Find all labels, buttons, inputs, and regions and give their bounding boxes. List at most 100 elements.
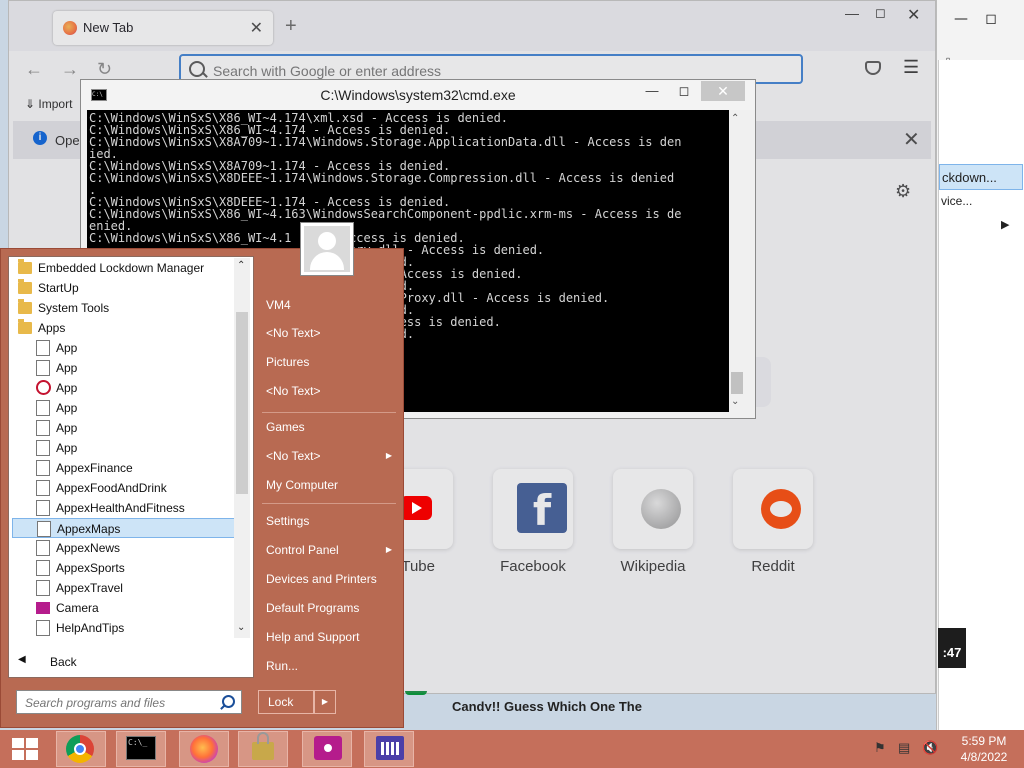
program-item[interactable]: AppexFoodAndDrink (12, 478, 236, 498)
minimize-icon[interactable]: — (947, 8, 975, 30)
start-menu-link[interactable]: Help and Support (258, 624, 400, 650)
program-item[interactable]: App (12, 418, 236, 438)
start-menu-link-label: Devices and Printers (266, 572, 377, 586)
program-item[interactable]: StartUp (12, 278, 236, 298)
background-submenu-label: vice... (941, 194, 973, 208)
start-menu-link[interactable]: Run... (258, 653, 400, 679)
program-item[interactable]: AppexSports (12, 558, 236, 578)
program-item[interactable]: AppexMaps (12, 518, 236, 538)
document-icon (37, 521, 51, 537)
program-label: AppexHealthAndFitness (56, 501, 185, 515)
maximize-icon[interactable]: ◻ (669, 82, 699, 100)
clock-time[interactable]: 5:59 PM (954, 734, 1014, 748)
cmd-icon: C:\_ (126, 736, 156, 760)
minimize-icon[interactable]: — (637, 82, 667, 100)
start-menu-link[interactable]: <No Text> (258, 320, 400, 346)
action-center-flag-icon[interactable]: ⚑ (874, 740, 886, 756)
program-label: Apps (38, 321, 66, 335)
start-button[interactable] (12, 738, 38, 760)
program-label: System Tools (38, 301, 110, 315)
submenu-arrow-icon[interactable]: ▶ (1001, 218, 1009, 231)
start-menu-link[interactable]: Devices and Printers (258, 566, 400, 592)
search-programs-box[interactable] (16, 690, 242, 714)
back-button[interactable]: ◀ Back (12, 652, 248, 674)
lock-options-arrow-icon[interactable]: ▶ (314, 690, 336, 714)
start-menu-link[interactable]: Default Programs (258, 595, 400, 621)
close-icon[interactable]: ✕ (701, 81, 745, 101)
program-item[interactable]: App (12, 378, 236, 398)
divider (262, 412, 396, 413)
program-label: StartUp (38, 281, 79, 295)
start-menu-link-label: Games (266, 420, 305, 434)
program-item[interactable]: App (12, 338, 236, 358)
program-item[interactable]: AppexNews (12, 538, 236, 558)
clock-date[interactable]: 4/8/2022 (954, 750, 1014, 764)
program-item[interactable]: AppexTravel (12, 578, 236, 598)
program-item[interactable]: AppexHealthAndFitness (12, 498, 236, 518)
scroll-up-icon[interactable]: ⌃ (237, 260, 245, 271)
volume-muted-icon[interactable]: 🔇 (922, 740, 938, 756)
windows-logo-icon (12, 738, 24, 748)
windows-logo-pane (26, 750, 38, 760)
program-label: App (56, 401, 78, 415)
camera-icon (314, 736, 342, 760)
start-menu-link[interactable]: My Computer (258, 472, 400, 498)
program-label: Embedded Lockdown Manager (38, 261, 205, 275)
background-menu-item[interactable]: ckdown... (939, 164, 1023, 190)
start-menu-link[interactable]: Games (258, 414, 400, 440)
start-menu-link[interactable]: <No Text> ▶ (258, 443, 400, 469)
cmd-scrollbar-thumb[interactable] (731, 372, 743, 394)
user-icon (318, 232, 336, 250)
program-label: AppexNews (56, 541, 121, 555)
search-programs-input[interactable] (23, 693, 217, 713)
submenu-arrow-icon: ▶ (385, 451, 392, 460)
scroll-up-icon[interactable]: ⌃ (731, 113, 739, 124)
document-icon (36, 500, 50, 516)
maximize-icon[interactable]: ◻ (977, 8, 1005, 30)
program-label: Camera (56, 601, 99, 615)
scroll-down-icon[interactable]: ⌄ (237, 622, 245, 633)
scroll-down-icon[interactable]: ⌄ (731, 396, 739, 407)
start-menu-link[interactable]: Settings (258, 508, 400, 534)
cmd-line: C:\Windows\WinSxS\X86_WI~4.163\WindowsSe… (89, 207, 682, 221)
lock-button[interactable]: Lock (258, 690, 314, 714)
start-menu-link-label: My Computer (266, 478, 339, 492)
program-item[interactable]: App (12, 358, 236, 378)
document-icon (36, 360, 50, 376)
program-label: AppexFinance (56, 461, 133, 475)
search-icon[interactable] (222, 695, 235, 708)
start-menu-link[interactable]: Control Panel ▶ (258, 537, 400, 563)
start-menu-link-label: <No Text> (266, 326, 321, 340)
document-icon (36, 400, 50, 416)
program-item[interactable]: AppexFinance (12, 458, 236, 478)
news-headline[interactable]: Candy!! Guess Which One The (452, 699, 642, 711)
program-item[interactable]: HelpAndTips (12, 618, 236, 638)
windows-logo-pane (12, 750, 24, 760)
cmd-scrollbar[interactable] (729, 110, 745, 412)
start-menu-link[interactable]: Pictures (258, 349, 400, 375)
divider (262, 503, 396, 504)
program-label: App (56, 421, 78, 435)
document-icon (36, 420, 50, 436)
program-item[interactable]: Camera (12, 598, 236, 618)
program-label: App (56, 441, 78, 455)
program-label: App (56, 361, 78, 375)
video-duration-badge[interactable]: :47 (938, 628, 966, 668)
folder-icon (18, 279, 32, 294)
document-icon (36, 480, 50, 496)
network-icon[interactable]: ▤ (898, 740, 910, 756)
start-menu-link[interactable]: VM4 (258, 292, 400, 318)
program-item[interactable]: Apps (12, 318, 236, 338)
program-label: HelpAndTips (56, 621, 125, 635)
start-menu-link[interactable]: <No Text> (258, 378, 400, 404)
background-menu-item-label: ckdown... (942, 170, 997, 185)
programs-scrollbar-thumb[interactable] (236, 312, 248, 494)
program-item[interactable]: System Tools (12, 298, 236, 318)
program-item[interactable]: Embedded Lockdown Manager (12, 258, 236, 278)
document-icon (36, 580, 50, 596)
program-label: App (56, 381, 78, 395)
program-item[interactable]: App (12, 438, 236, 458)
program-item[interactable]: App (12, 398, 236, 418)
program-label: App (56, 341, 78, 355)
start-menu-link-label: Help and Support (266, 630, 360, 644)
